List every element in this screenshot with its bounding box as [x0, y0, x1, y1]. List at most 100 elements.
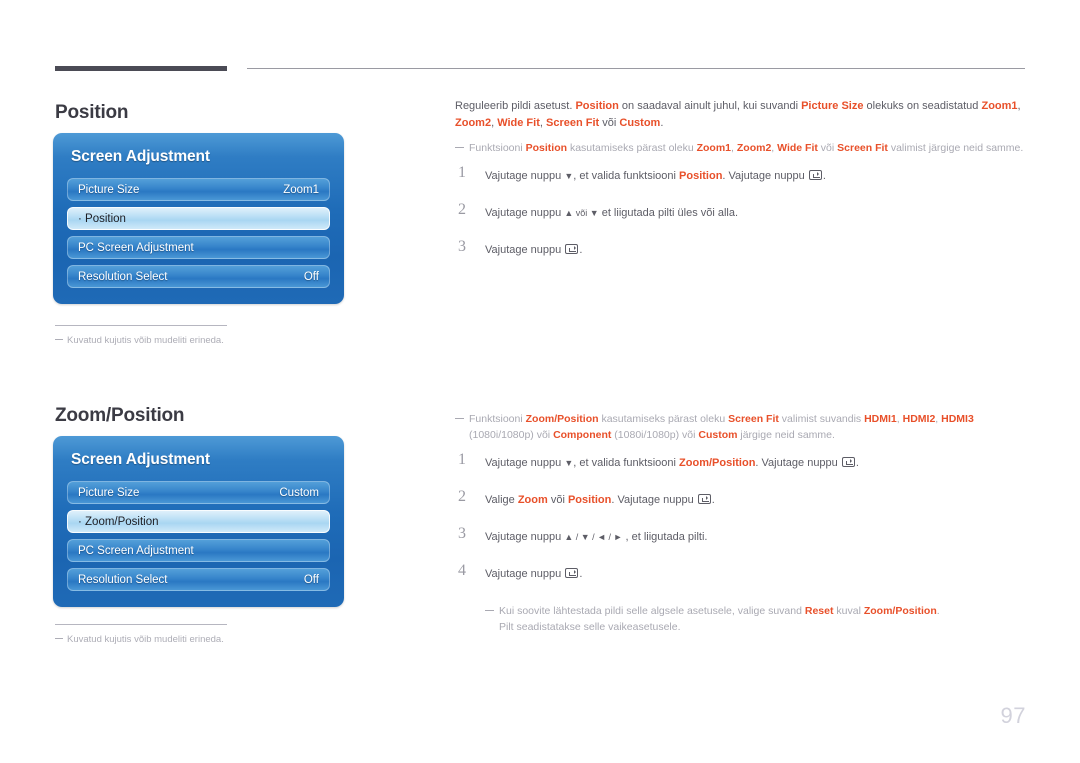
- enter-button-icon: [697, 494, 711, 504]
- text: järgige neid samme.: [737, 429, 835, 441]
- osd-row-pc-screen-adjustment[interactable]: PC Screen Adjustment: [67, 539, 330, 562]
- body-column-position: Reguleerib pildi asetust. Position on sa…: [455, 98, 1027, 279]
- up-down-arrow-icon: ▲ või ▼: [564, 208, 599, 218]
- osd-row-label: Resolution Select: [78, 270, 168, 283]
- step-number: 2: [458, 201, 466, 218]
- highlight-position: Position: [525, 142, 568, 154]
- text: .: [855, 457, 859, 469]
- text: Funktsiooni: [469, 142, 526, 154]
- footnote-text-wrap: Kuvatud kujutis võib mudeliti erineda.: [55, 335, 355, 346]
- text: et liigutada pilti üles või alla.: [598, 207, 739, 219]
- highlight-zoom-position: Zoom/Position: [525, 413, 599, 425]
- dash-icon: [485, 610, 494, 611]
- highlight-zoom2: Zoom2: [455, 116, 492, 129]
- text: .: [936, 605, 940, 617]
- osd-row-zoom-position[interactable]: · Zoom/Position: [67, 510, 330, 533]
- highlight-screen-fit: Screen Fit: [728, 413, 779, 425]
- highlight-wide-fit: Wide Fit: [777, 142, 818, 154]
- osd-row-position[interactable]: · Position: [67, 207, 330, 230]
- text: .: [711, 494, 715, 506]
- osd-row-label: PC Screen Adjustment: [78, 544, 194, 557]
- section-title-zoom-position: Zoom/Position: [55, 405, 185, 426]
- header-rule-thin: [247, 68, 1025, 69]
- highlight-screen-fit: Screen Fit: [546, 116, 600, 129]
- text: . Vajutage nuppu: [611, 494, 697, 506]
- step-number: 4: [458, 562, 466, 579]
- highlight-zoom: Zoom: [517, 494, 548, 506]
- steps-list-position: 1 Vajutage nuppu ▼, et valida funktsiooni…: [455, 164, 1027, 266]
- enter-button-icon: [565, 244, 579, 254]
- osd-title: Screen Adjustment: [71, 148, 210, 165]
- highlight-position: Position: [679, 170, 723, 182]
- step-item: 3 Vajutage nuppu .: [455, 238, 1027, 266]
- text: ,: [1017, 100, 1021, 112]
- osd-row-resolution-select[interactable]: Resolution Select Off: [67, 265, 330, 288]
- footnote-rule: [55, 624, 227, 625]
- subnote-position: Funktsiooni Position kasutamiseks pärast…: [455, 140, 1027, 156]
- footnote-text-wrap: Kuvatud kujutis võib mudeliti erineda.: [55, 634, 355, 645]
- highlight-hdmi2: HDMI2: [902, 413, 936, 425]
- reset-tailnote: Kui soovite lähtestada pildi selle algse…: [485, 603, 1027, 635]
- text: või: [547, 494, 568, 506]
- osd-row-pc-screen-adjustment[interactable]: PC Screen Adjustment: [67, 236, 330, 259]
- text: kasutamiseks pärast oleku: [598, 413, 729, 425]
- footnote-text: Kuvatud kujutis võib mudeliti erineda.: [67, 634, 224, 645]
- step-item: 1 Vajutage nuppu ▼, et valida funktsiooni…: [455, 164, 1027, 192]
- osd-row-picture-size[interactable]: Picture Size Zoom1: [67, 178, 330, 201]
- direction-arrows-icon: ▲ / ▼ / ◄ / ►: [564, 532, 623, 542]
- osd-footnote-1: Kuvatud kujutis võib mudeliti erineda.: [55, 325, 355, 346]
- step-item: 2 Valige Zoom või Position. Vajutage nupp…: [455, 488, 1027, 516]
- subnote-zoom-position: Funktsiooni Zoom/Position kasutamiseks p…: [455, 411, 1027, 443]
- osd-menu-position: Screen Adjustment Picture Size Zoom1 · P…: [53, 133, 344, 304]
- text: , et valida funktsiooni: [573, 170, 680, 182]
- highlight-hdmi1: HDMI1: [864, 413, 897, 425]
- osd-row-label: Picture Size: [78, 183, 140, 196]
- dash-icon: [55, 638, 63, 639]
- step-number: 2: [458, 488, 466, 505]
- text: (1080i/1080p) või: [469, 429, 554, 441]
- text: , et liigutada pilti.: [622, 531, 708, 543]
- highlight-zoom2: Zoom2: [736, 142, 772, 154]
- text: .: [579, 568, 583, 580]
- step-number: 1: [458, 164, 466, 181]
- text: valimist järgige neid samme.: [887, 142, 1024, 154]
- osd-title: Screen Adjustment: [71, 451, 210, 468]
- section-title-position: Position: [55, 102, 129, 123]
- highlight-reset: Reset: [804, 605, 834, 617]
- highlight-custom: Custom: [698, 429, 738, 441]
- osd-row-picture-size[interactable]: Picture Size Custom: [67, 481, 330, 504]
- highlight-custom: Custom: [619, 116, 661, 129]
- steps-list-zoom-position: 1 Vajutage nuppu ▼, et valida funktsiooni…: [455, 451, 1027, 590]
- highlight-zoom1: Zoom1: [981, 100, 1018, 112]
- text: .: [579, 244, 583, 256]
- text: Vajutage nuppu: [485, 457, 565, 469]
- highlight-wide-fit: Wide Fit: [497, 116, 540, 129]
- step-item: 3 Vajutage nuppu ▲ / ▼ / ◄ / ► , et liigu…: [455, 526, 1027, 553]
- text: Kui soovite lähtestada pildi selle algse…: [499, 605, 805, 617]
- text: kasutamiseks pärast oleku: [567, 142, 697, 154]
- text: Funktsiooni: [469, 413, 526, 425]
- text: . Vajutage nuppu: [755, 457, 841, 469]
- highlight-picture-size: Picture Size: [801, 100, 864, 112]
- footnote-rule: [55, 325, 227, 326]
- text: , et valida funktsiooni: [573, 457, 680, 469]
- osd-row-label: Resolution Select: [78, 573, 168, 586]
- highlight-position: Position: [567, 494, 612, 506]
- text: (1080i/1080p) või: [611, 429, 699, 441]
- step-number: 3: [458, 238, 466, 255]
- osd-row-value: Custom: [279, 486, 319, 499]
- down-arrow-icon: ▼: [564, 458, 574, 468]
- step-number: 1: [458, 451, 466, 468]
- text: .: [822, 170, 826, 182]
- header-rule-thick: [55, 66, 227, 71]
- osd-row-value: Off: [303, 573, 319, 586]
- text: . Vajutage nuppu: [722, 170, 808, 182]
- dash-icon: [455, 418, 464, 419]
- osd-row-resolution-select[interactable]: Resolution Select Off: [67, 568, 330, 591]
- text: Vajutage nuppu: [485, 244, 565, 256]
- text: on saadaval ainult juhul, kui suvandi: [618, 100, 802, 112]
- dash-icon: [55, 339, 63, 340]
- text: .: [660, 116, 664, 129]
- osd-footnote-2: Kuvatud kujutis võib mudeliti erineda.: [55, 624, 355, 645]
- text: Vajutage nuppu: [485, 207, 565, 219]
